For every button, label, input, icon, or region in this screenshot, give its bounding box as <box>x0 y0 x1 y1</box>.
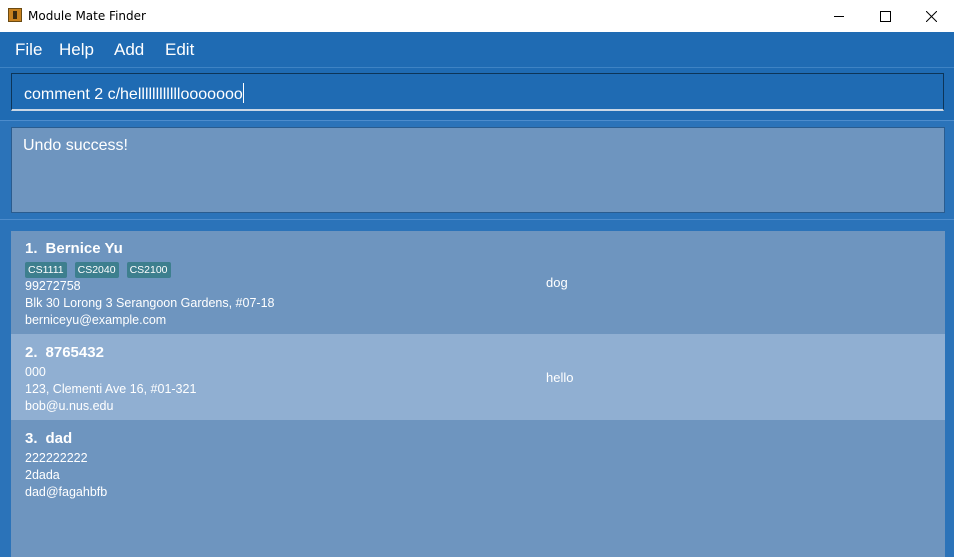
person-email: berniceyu@example.com <box>25 313 167 327</box>
window-title: Module Mate Finder <box>28 9 146 23</box>
menu-edit[interactable]: Edit <box>165 40 194 60</box>
person-index: 1. <box>25 240 38 257</box>
result-section: Undo success! <box>0 120 954 219</box>
tag-list: CS1111 CS2040 CS2100 <box>25 262 171 278</box>
tag: CS2100 <box>126 262 171 278</box>
person-name: 3. dad <box>25 430 73 447</box>
minimize-icon <box>834 15 844 17</box>
close-icon <box>925 10 937 22</box>
app-icon <box>8 8 22 22</box>
tag: CS1111 <box>25 262 67 278</box>
person-card[interactable]: 1. Bernice Yu CS1111 CS2040 CS2100 992727… <box>11 231 945 334</box>
person-address: 123, Clementi Ave 16, #01-321 <box>25 382 197 396</box>
minimize-button[interactable] <box>816 0 862 32</box>
command-section: comment 2 c/hellllllllllllooooooo <box>0 68 954 118</box>
person-address: Blk 30 Lorong 3 Serangoon Gardens, #07-1… <box>25 296 275 310</box>
menu-bar: File Help Add Edit <box>0 32 954 68</box>
person-index: 2. <box>25 344 38 361</box>
person-name: 1. Bernice Yu <box>25 240 123 257</box>
person-list[interactable]: 1. Bernice Yu CS1111 CS2040 CS2100 992727… <box>11 231 945 557</box>
command-input[interactable]: comment 2 c/hellllllllllllooooooo <box>11 73 944 111</box>
close-button[interactable] <box>908 0 954 32</box>
menu-add[interactable]: Add <box>114 40 144 60</box>
person-name: 2. 8765432 <box>25 344 104 361</box>
person-list-section: 1. Bernice Yu CS1111 CS2040 CS2100 992727… <box>0 219 954 557</box>
person-email: bob@u.nus.edu <box>25 399 114 413</box>
person-address: 2dada <box>25 468 60 482</box>
title-bar: Module Mate Finder <box>0 0 954 32</box>
text-caret <box>242 83 244 103</box>
person-phone: 222222222 <box>25 451 88 465</box>
menu-file[interactable]: File <box>15 40 42 60</box>
person-index: 3. <box>25 430 38 447</box>
tag: CS2040 <box>74 262 119 278</box>
person-card[interactable]: 3. dad 222222222 2dada dad@fagahbfb <box>11 420 945 557</box>
person-email: dad@fagahbfb <box>25 485 108 499</box>
result-text: Undo success! <box>23 137 128 154</box>
person-comment: dog <box>546 275 568 290</box>
menu-help[interactable]: Help <box>59 40 94 60</box>
command-text[interactable]: comment 2 c/hellllllllllllooooooo <box>24 83 244 104</box>
person-phone: 99272758 <box>25 279 81 293</box>
person-phone: 000 <box>25 365 46 379</box>
maximize-button[interactable] <box>862 0 908 32</box>
maximize-icon <box>879 10 891 22</box>
person-card-selected[interactable]: 2. 8765432 000 123, Clementi Ave 16, #01-… <box>11 334 945 420</box>
person-comment: hello <box>546 370 574 385</box>
result-display: Undo success! <box>11 127 945 213</box>
